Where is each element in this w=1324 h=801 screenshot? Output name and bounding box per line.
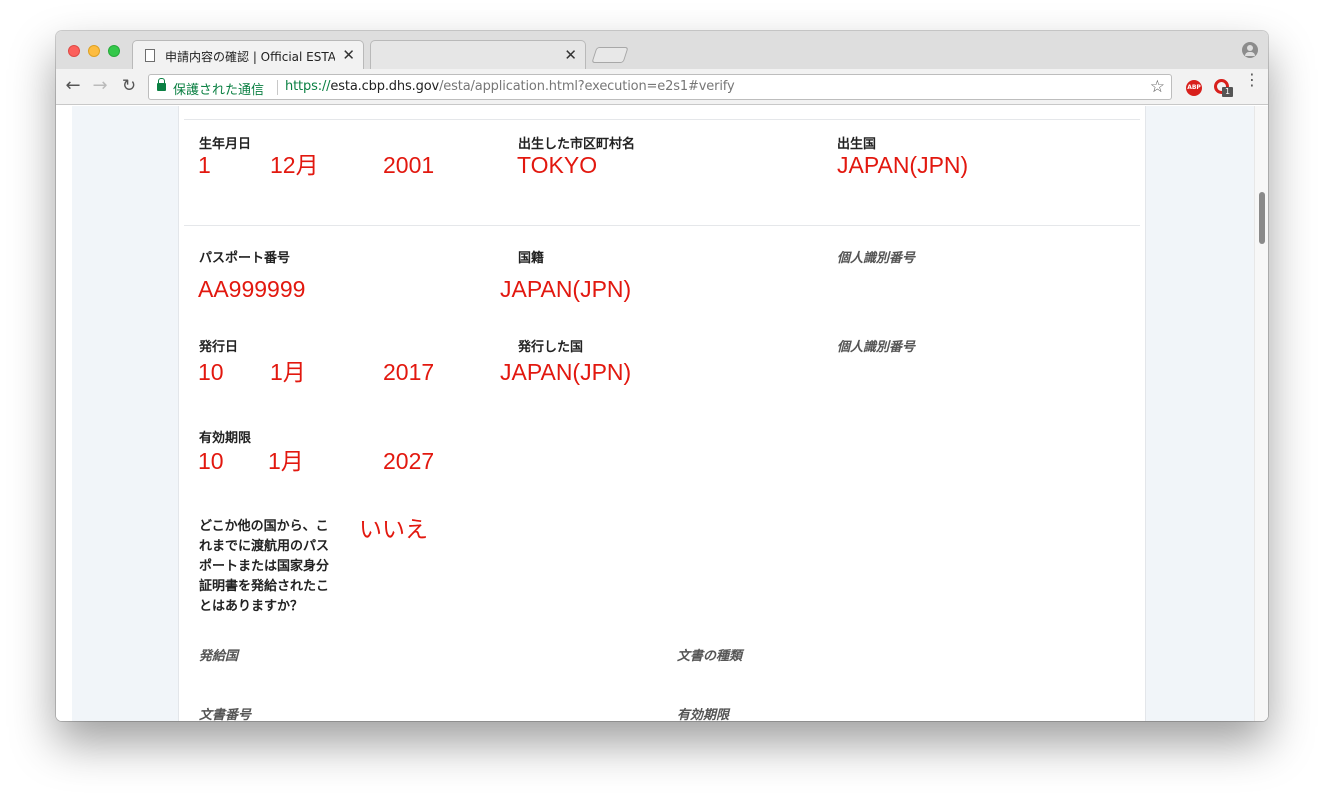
new-tab-button[interactable] <box>591 47 629 63</box>
zoom-window-button[interactable] <box>108 45 120 57</box>
profile-icon[interactable] <box>1242 42 1258 58</box>
birth-city-value: TOKYO <box>517 152 598 178</box>
adblock-plus-icon[interactable]: ABP <box>1186 80 1202 96</box>
url-text[interactable]: https://esta.cbp.dhs.gov/esta/applicatio… <box>285 79 735 94</box>
date-of-birth-year: 2001 <box>383 152 435 178</box>
expiry-date-label: 有効期限 <box>199 431 252 446</box>
extension-badge: 1 <box>1222 87 1233 97</box>
issue-country-value: JAPAN(JPN) <box>500 359 632 385</box>
address-bar[interactable]: 保護された通信 https://esta.cbp.dhs.gov/esta/ap… <box>148 74 1172 100</box>
birth-country-value: JAPAN(JPN) <box>837 152 969 178</box>
minimize-window-button[interactable] <box>88 45 100 57</box>
scrollbar-thumb[interactable] <box>1259 192 1265 244</box>
content-panel <box>178 106 1146 721</box>
other-passport-answer: いいえ <box>359 516 428 542</box>
tab-close-icon[interactable]: ✕ <box>342 46 355 64</box>
toolbar: ← → ↻ 保護された通信 https://esta.cbp.dhs.gov/e… <box>56 69 1268 105</box>
passport-number-label: パスポート番号 <box>199 251 291 266</box>
document-expiry-label: 有効期限 <box>677 708 730 721</box>
page-icon <box>145 49 155 62</box>
reload-icon[interactable]: ↻ <box>118 75 140 97</box>
expiry-date-day: 10 <box>198 448 224 474</box>
nationality-label: 国籍 <box>518 251 545 266</box>
bookmark-star-icon[interactable]: ☆ <box>1150 77 1165 97</box>
page-background-right <box>1146 106 1254 721</box>
secure-connection-label: 保護された通信 <box>173 83 265 98</box>
tab-title: 申請内容の確認 | Official ESTA Application Webs… <box>165 50 335 64</box>
page-viewport: 生年月日 1 12月 2001 出生した市区町村名 TOKYO 出生国 JAPA… <box>56 106 1268 721</box>
tab-blank[interactable]: ✕ <box>370 40 586 70</box>
close-window-button[interactable] <box>68 45 80 57</box>
menu-icon[interactable]: ⋮ <box>1244 72 1260 98</box>
tab-esta-verify[interactable]: 申請内容の確認 | Official ESTA Application Webs… <box>132 40 364 70</box>
document-number-label: 文書番号 <box>199 708 252 721</box>
nationality-value: JAPAN(JPN) <box>500 276 632 302</box>
issue-date-month: 1月 <box>270 359 306 385</box>
issue-country-label: 発行した国 <box>518 340 584 355</box>
lock-icon <box>157 78 166 91</box>
birth-country-label: 出生国 <box>837 137 877 152</box>
document-type-label: 文書の種類 <box>677 649 743 664</box>
issue-date-label: 発行日 <box>199 340 239 355</box>
url-host: esta.cbp.dhs.gov <box>330 79 440 94</box>
date-of-birth-day: 1 <box>198 152 211 178</box>
personal-id-label: 個人識別番号 <box>837 251 916 266</box>
divider <box>277 80 278 95</box>
expiry-date-month: 1月 <box>268 448 304 474</box>
forward-arrow-icon[interactable]: → <box>89 75 111 97</box>
issue-date-year: 2017 <box>383 359 435 385</box>
extension-icon[interactable]: 1 <box>1214 79 1233 97</box>
page-margin <box>56 106 72 721</box>
url-path: /esta/application.html?execution=e2s1#ve… <box>439 79 735 94</box>
browser-window: 申請内容の確認 | Official ESTA Application Webs… <box>56 31 1268 721</box>
date-of-birth-month: 12月 <box>270 152 319 178</box>
tab-close-icon[interactable]: ✕ <box>564 46 577 64</box>
url-scheme: https:// <box>285 79 331 94</box>
back-arrow-icon[interactable]: ← <box>62 75 84 97</box>
page-background-left <box>72 106 178 721</box>
section-divider <box>184 225 1140 226</box>
section-divider <box>184 119 1140 120</box>
other-passport-question: どこか他の国から、これまでに渡航用のパスポートまたは国家身分証明書を発給されたこ… <box>199 519 330 614</box>
tab-strip: 申請内容の確認 | Official ESTA Application Webs… <box>56 31 1268 70</box>
personal-id-label: 個人識別番号 <box>837 340 916 355</box>
expiry-date-year: 2027 <box>383 448 435 474</box>
passport-number-value: AA999999 <box>198 276 306 302</box>
date-of-birth-label: 生年月日 <box>199 137 252 152</box>
issue-date-day: 10 <box>198 359 224 385</box>
issuing-country-label: 発給国 <box>199 649 239 664</box>
birth-city-label: 出生した市区町村名 <box>518 137 636 152</box>
